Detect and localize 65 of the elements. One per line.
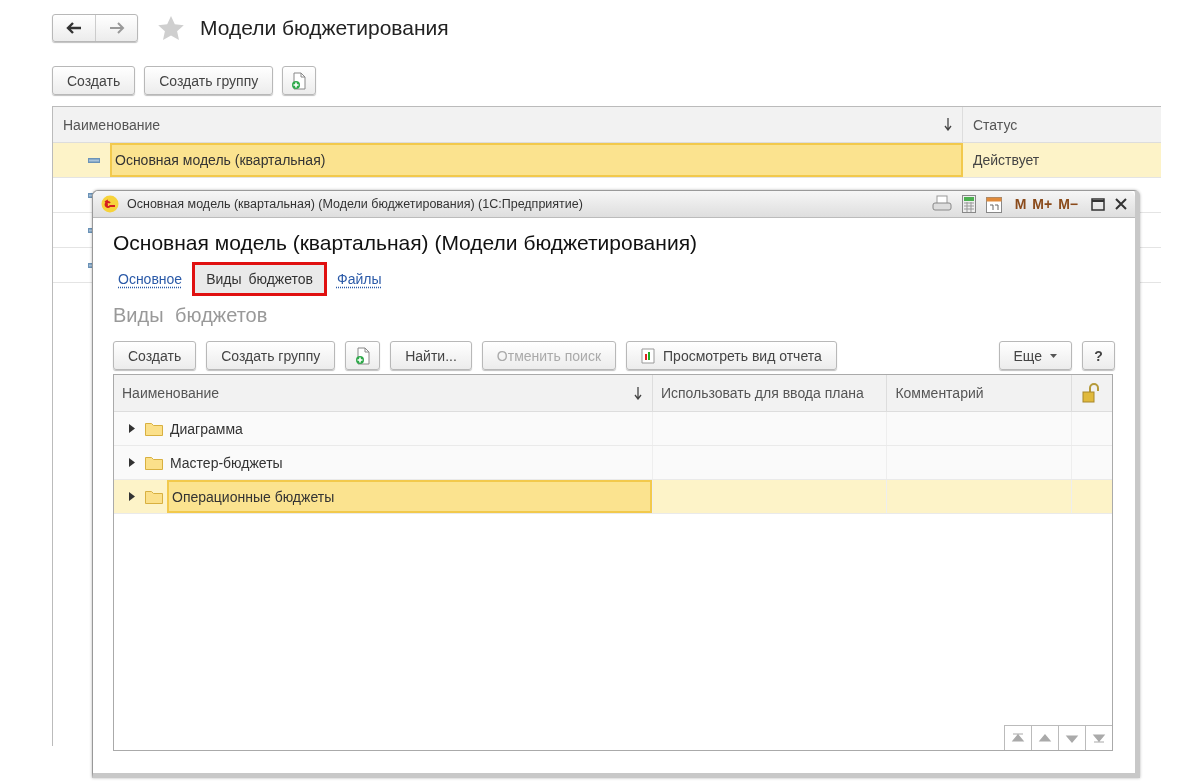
scroll-up-button[interactable] bbox=[1031, 725, 1058, 750]
sort-arrow-icon[interactable] bbox=[944, 118, 952, 131]
scroll-up-icon bbox=[1038, 732, 1052, 744]
scroll-down-button[interactable] bbox=[1058, 725, 1085, 750]
add-file-button[interactable] bbox=[345, 341, 381, 370]
tab[interactable]: Виды бюджетов bbox=[193, 263, 326, 295]
expand-arrow-icon[interactable] bbox=[129, 492, 135, 501]
add-file-button[interactable] bbox=[282, 66, 317, 95]
back-arrow-icon bbox=[66, 22, 82, 34]
scroll-bottom-button[interactable] bbox=[1085, 725, 1112, 750]
folder-icon bbox=[145, 421, 163, 436]
folder-icon bbox=[145, 455, 163, 470]
toolbar-button[interactable]: Найти... bbox=[390, 341, 472, 370]
more-button[interactable]: Еще bbox=[998, 341, 1072, 370]
calendar-icon[interactable] bbox=[985, 195, 1002, 213]
table-row[interactable]: Диаграмма bbox=[114, 412, 1112, 446]
memory-button[interactable]: M+ bbox=[1029, 196, 1056, 212]
printer-icon[interactable] bbox=[931, 195, 952, 213]
table-row[interactable]: Мастер-бюджеты bbox=[114, 446, 1112, 480]
table-cell-text: Мастер-бюджеты bbox=[169, 453, 284, 473]
expand-arrow-icon[interactable] bbox=[129, 424, 135, 433]
scroll-bottom-icon bbox=[1092, 732, 1106, 744]
table-cell: Операционные бюджеты bbox=[167, 480, 652, 513]
caret-icon bbox=[1050, 353, 1057, 358]
column-header[interactable]: Комментарий bbox=[895, 385, 984, 401]
column-header[interactable]: Наименование bbox=[63, 116, 161, 133]
toolbar-button[interactable]: Создать bbox=[113, 341, 197, 370]
table-cell-text: Диаграмма bbox=[169, 419, 244, 439]
toolbar-button[interactable]: Создать группу bbox=[144, 66, 274, 95]
add-file-icon bbox=[291, 71, 308, 90]
column-header[interactable]: Использовать для ввода плана bbox=[660, 385, 864, 401]
toolbar-button[interactable]: Создать группу bbox=[206, 341, 336, 370]
window-title: Основная модель (квартальная) (Модели бюджетирования) (1С:Предприятие) bbox=[127, 197, 584, 211]
scroll-down-icon bbox=[1065, 732, 1079, 744]
memory-button[interactable]: M bbox=[1011, 196, 1030, 212]
section-title: Виды бюджетов bbox=[113, 304, 269, 327]
form-title: Основная модель (квартальная) (Модели бюджетирования) bbox=[113, 231, 698, 255]
report-button[interactable]: Просмотреть вид отчета bbox=[626, 341, 837, 370]
expand-arrow-icon[interactable] bbox=[129, 458, 135, 467]
star-icon[interactable] bbox=[158, 15, 184, 41]
table-cell: Действует bbox=[973, 152, 1040, 168]
help-button[interactable]: ? bbox=[1082, 341, 1115, 370]
app-logo-icon bbox=[101, 195, 119, 213]
maximize-icon[interactable] bbox=[1091, 197, 1105, 211]
table-row[interactable]: Основная модель (квартальная) Действует bbox=[53, 143, 1161, 178]
memory-button[interactable]: M− bbox=[1055, 196, 1081, 212]
item-icon bbox=[88, 157, 100, 163]
folder-icon bbox=[145, 489, 163, 504]
column-header[interactable]: Статус bbox=[973, 116, 1018, 133]
report-icon bbox=[641, 347, 656, 364]
table-cell: Основная модель (квартальная) bbox=[110, 143, 963, 177]
page-title: Модели бюджетирования bbox=[200, 16, 449, 40]
calculator-icon[interactable] bbox=[961, 195, 976, 213]
table-row[interactable]: Операционные бюджеты bbox=[114, 480, 1112, 514]
toolbar-button[interactable]: Создать bbox=[52, 66, 136, 95]
tab[interactable]: Основное bbox=[113, 265, 188, 293]
forward-arrow-icon bbox=[108, 22, 125, 34]
tab[interactable]: Файлы bbox=[332, 265, 387, 293]
scroll-top-icon bbox=[1011, 732, 1025, 744]
column-header[interactable]: Наименование bbox=[122, 385, 220, 401]
sort-arrow-icon[interactable] bbox=[633, 386, 642, 400]
close-icon[interactable] bbox=[1115, 198, 1127, 210]
add-file-icon bbox=[354, 346, 371, 365]
scroll-top-button[interactable] bbox=[1004, 725, 1031, 750]
lock-icon[interactable] bbox=[1082, 383, 1101, 403]
